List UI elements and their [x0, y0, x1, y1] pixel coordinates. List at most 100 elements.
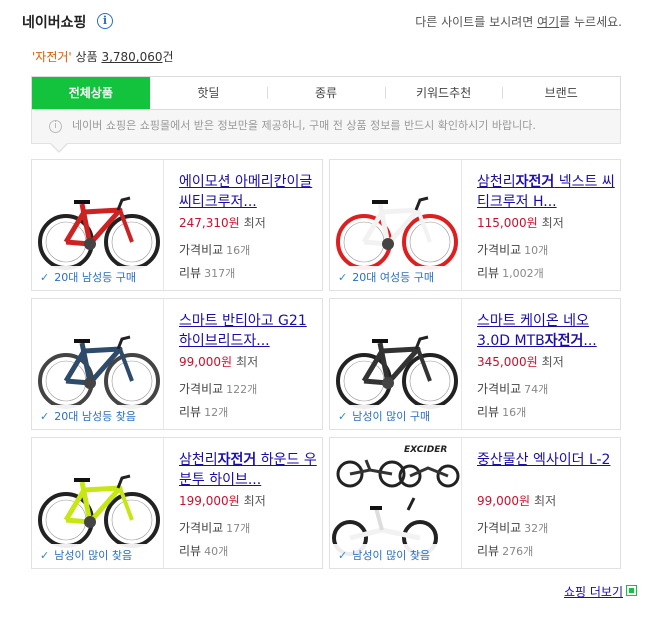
product-name-link[interactable]: 삼천리자전거 넥스트 씨티크루저 H...	[477, 172, 615, 212]
category-tabs: 전체상품 핫딜 종류 키워드추천 브랜드	[31, 76, 621, 110]
product-name-post: ...	[583, 333, 597, 349]
price-compare[interactable]: 가격비교 74개	[477, 380, 548, 397]
compare-count: 16개	[226, 244, 251, 257]
product-name-link[interactable]: 스마트 반티아고 G21 하이브리드자...	[179, 311, 317, 351]
lowest-label: 최저	[541, 216, 564, 230]
review-number: 40개	[204, 545, 229, 558]
review-count[interactable]: 리뷰 40개	[179, 542, 228, 559]
review-label: 리뷰	[179, 405, 202, 419]
tab-all-products[interactable]: 전체상품	[32, 77, 150, 109]
product-name-keyword: 자전거	[515, 174, 555, 190]
compare-count: 122개	[226, 383, 258, 396]
product-card[interactable]: ✓ 남성이 많이 구매 스마트 케이온 네오 3.0D MTB자전거... 345…	[329, 298, 621, 430]
badge-strong: 20대 남성	[54, 410, 103, 423]
badge-strong: 남성	[352, 410, 373, 423]
check-icon: ✓	[40, 549, 50, 562]
tab-hot-deal[interactable]: 핫딜	[150, 77, 268, 109]
product-thumbnail[interactable]: ✓ 20대 남성등 구매	[32, 160, 164, 290]
buyer-badge: ✓ 남성이 많이 찾음	[330, 544, 461, 568]
compare-label: 가격비교	[179, 521, 224, 535]
buyer-badge: ✓ 남성이 많이 구매	[330, 405, 461, 429]
page-title: 네이버쇼핑	[22, 15, 87, 31]
product-price: 99,000원 최저	[477, 492, 556, 509]
lowest-label: 최저	[541, 355, 564, 369]
price-value: 345,000원	[477, 355, 538, 369]
product-name-keyword: 자전거	[217, 452, 257, 468]
product-name-pre: 삼천리	[477, 174, 516, 190]
product-price: 115,000원 최저	[477, 214, 564, 231]
buyer-badge: ✓ 20대 여성등 구매	[330, 266, 461, 290]
review-number: 1,002개	[502, 267, 544, 280]
compare-label: 가격비교	[477, 521, 522, 535]
price-compare[interactable]: 가격비교 17개	[179, 519, 250, 536]
product-thumbnail[interactable]: ✓ 20대 남성등 찾음	[32, 299, 164, 429]
check-icon: ✓	[338, 410, 348, 423]
product-name-link[interactable]: 중산물산 엑사이더 L-2	[477, 450, 615, 470]
product-card[interactable]: ✓ 20대 여성등 구매 삼천리자전거 넥스트 씨티크루저 H... 115,00…	[329, 159, 621, 291]
badge-strong: 20대 여성	[352, 271, 401, 284]
notice-text: 네이버 쇼핑은 쇼핑몰에서 받은 정보만을 제공하니, 구매 전 상품 정보를 …	[72, 119, 536, 132]
price-compare[interactable]: 가격비교 10개	[477, 241, 548, 258]
compare-label: 가격비교	[179, 243, 224, 257]
badge-strong: 20대 남성	[54, 271, 103, 284]
review-count[interactable]: 리뷰 317개	[179, 264, 235, 281]
review-count[interactable]: 리뷰 276개	[477, 542, 533, 559]
product-name-link[interactable]: 삼천리자전거 하운드 우분투 하이브...	[179, 450, 317, 490]
product-card[interactable]: ✓ 남성이 많이 찾음 삼천리자전거 하운드 우분투 하이브... 199,000…	[31, 437, 323, 569]
review-label: 리뷰	[477, 405, 500, 419]
info-icon[interactable]: i	[97, 13, 113, 29]
tab-type[interactable]: 종류	[267, 77, 385, 109]
product-thumbnail[interactable]: EXCIDER ✓ 남성이 많이 찾음	[330, 438, 462, 568]
compare-label: 가격비교	[179, 382, 224, 396]
product-card[interactable]: ✓ 20대 남성등 찾음 스마트 반티아고 G21 하이브리드자... 99,00…	[31, 298, 323, 430]
buyer-badge: ✓ 20대 남성등 구매	[32, 266, 163, 290]
notice-bar: i 네이버 쇼핑은 쇼핑몰에서 받은 정보만을 제공하니, 구매 전 상품 정보…	[31, 110, 621, 144]
product-price: 199,000원 최저	[179, 492, 266, 509]
other-sites-link[interactable]: 여기	[537, 15, 559, 29]
product-price: 247,310원 최저	[179, 214, 266, 231]
product-name-keyword: 자전거	[544, 333, 584, 349]
price-compare[interactable]: 가격비교 16개	[179, 241, 250, 258]
more-shopping-link[interactable]: 쇼핑 더보기	[564, 583, 623, 600]
product-card[interactable]: ✓ 20대 남성등 구매 에이모션 아메리칸이글 씨티크루저... 247,310…	[31, 159, 323, 291]
product-name-pre: 중산물산 엑사이더 L-2	[477, 452, 611, 468]
tab-keyword-recommend[interactable]: 키워드추천	[384, 77, 503, 109]
check-icon: ✓	[338, 549, 348, 562]
price-value: 199,000원	[179, 494, 240, 508]
tab-brand[interactable]: 브랜드	[502, 77, 620, 109]
review-label: 리뷰	[477, 266, 500, 280]
product-thumbnail[interactable]: ✓ 남성이 많이 찾음	[32, 438, 164, 568]
review-count[interactable]: 리뷰 12개	[179, 403, 228, 420]
review-label: 리뷰	[179, 544, 202, 558]
compare-count: 10개	[524, 244, 549, 257]
product-thumbnail[interactable]: ✓ 20대 여성등 구매	[330, 160, 462, 290]
compare-count: 74개	[524, 383, 549, 396]
product-name-pre: 삼천리	[179, 452, 218, 468]
result-count-link[interactable]: 3,780,060	[101, 50, 162, 64]
notice-arrow	[51, 143, 67, 151]
other-sites-suffix: 를 누르세요.	[559, 15, 622, 29]
price-compare[interactable]: 가격비교 32개	[477, 519, 548, 536]
badge-rest: 이 많이 찾음	[74, 549, 133, 562]
review-count[interactable]: 리뷰 16개	[477, 403, 526, 420]
badge-rest: 이 많이 구매	[372, 410, 431, 423]
lowest-label: 최저	[243, 216, 266, 230]
product-name-link[interactable]: 스마트 케이온 네오 3.0D MTB자전거...	[477, 311, 615, 351]
product-name-link[interactable]: 에이모션 아메리칸이글 씨티크루저...	[179, 172, 317, 212]
review-label: 리뷰	[179, 266, 202, 280]
product-thumbnail[interactable]: ✓ 남성이 많이 구매	[330, 299, 462, 429]
review-number: 317개	[204, 267, 236, 280]
product-card[interactable]: EXCIDER ✓ 남성이 많이 찾음 중산물산 엑사이더 L-2 99,000…	[329, 437, 621, 569]
review-count[interactable]: 리뷰 1,002개	[477, 264, 544, 281]
product-name-pre: 스마트 반티아고 G21 하이브리드자...	[179, 313, 307, 349]
price-compare[interactable]: 가격비교 122개	[179, 380, 257, 397]
summary-unit: 건	[162, 50, 174, 64]
price-value: 115,000원	[477, 216, 538, 230]
review-number: 16개	[502, 406, 527, 419]
badge-rest: 등 구매	[102, 271, 136, 284]
compare-label: 가격비교	[477, 382, 522, 396]
more-shopping-icon[interactable]	[626, 585, 637, 596]
compare-count: 32개	[524, 522, 549, 535]
header: 네이버쇼핑 i 다른 사이트를 보시려면 여기를 누르세요.	[22, 12, 622, 32]
product-name-pre: 에이모션 아메리칸이글 씨티크루저...	[179, 174, 313, 210]
